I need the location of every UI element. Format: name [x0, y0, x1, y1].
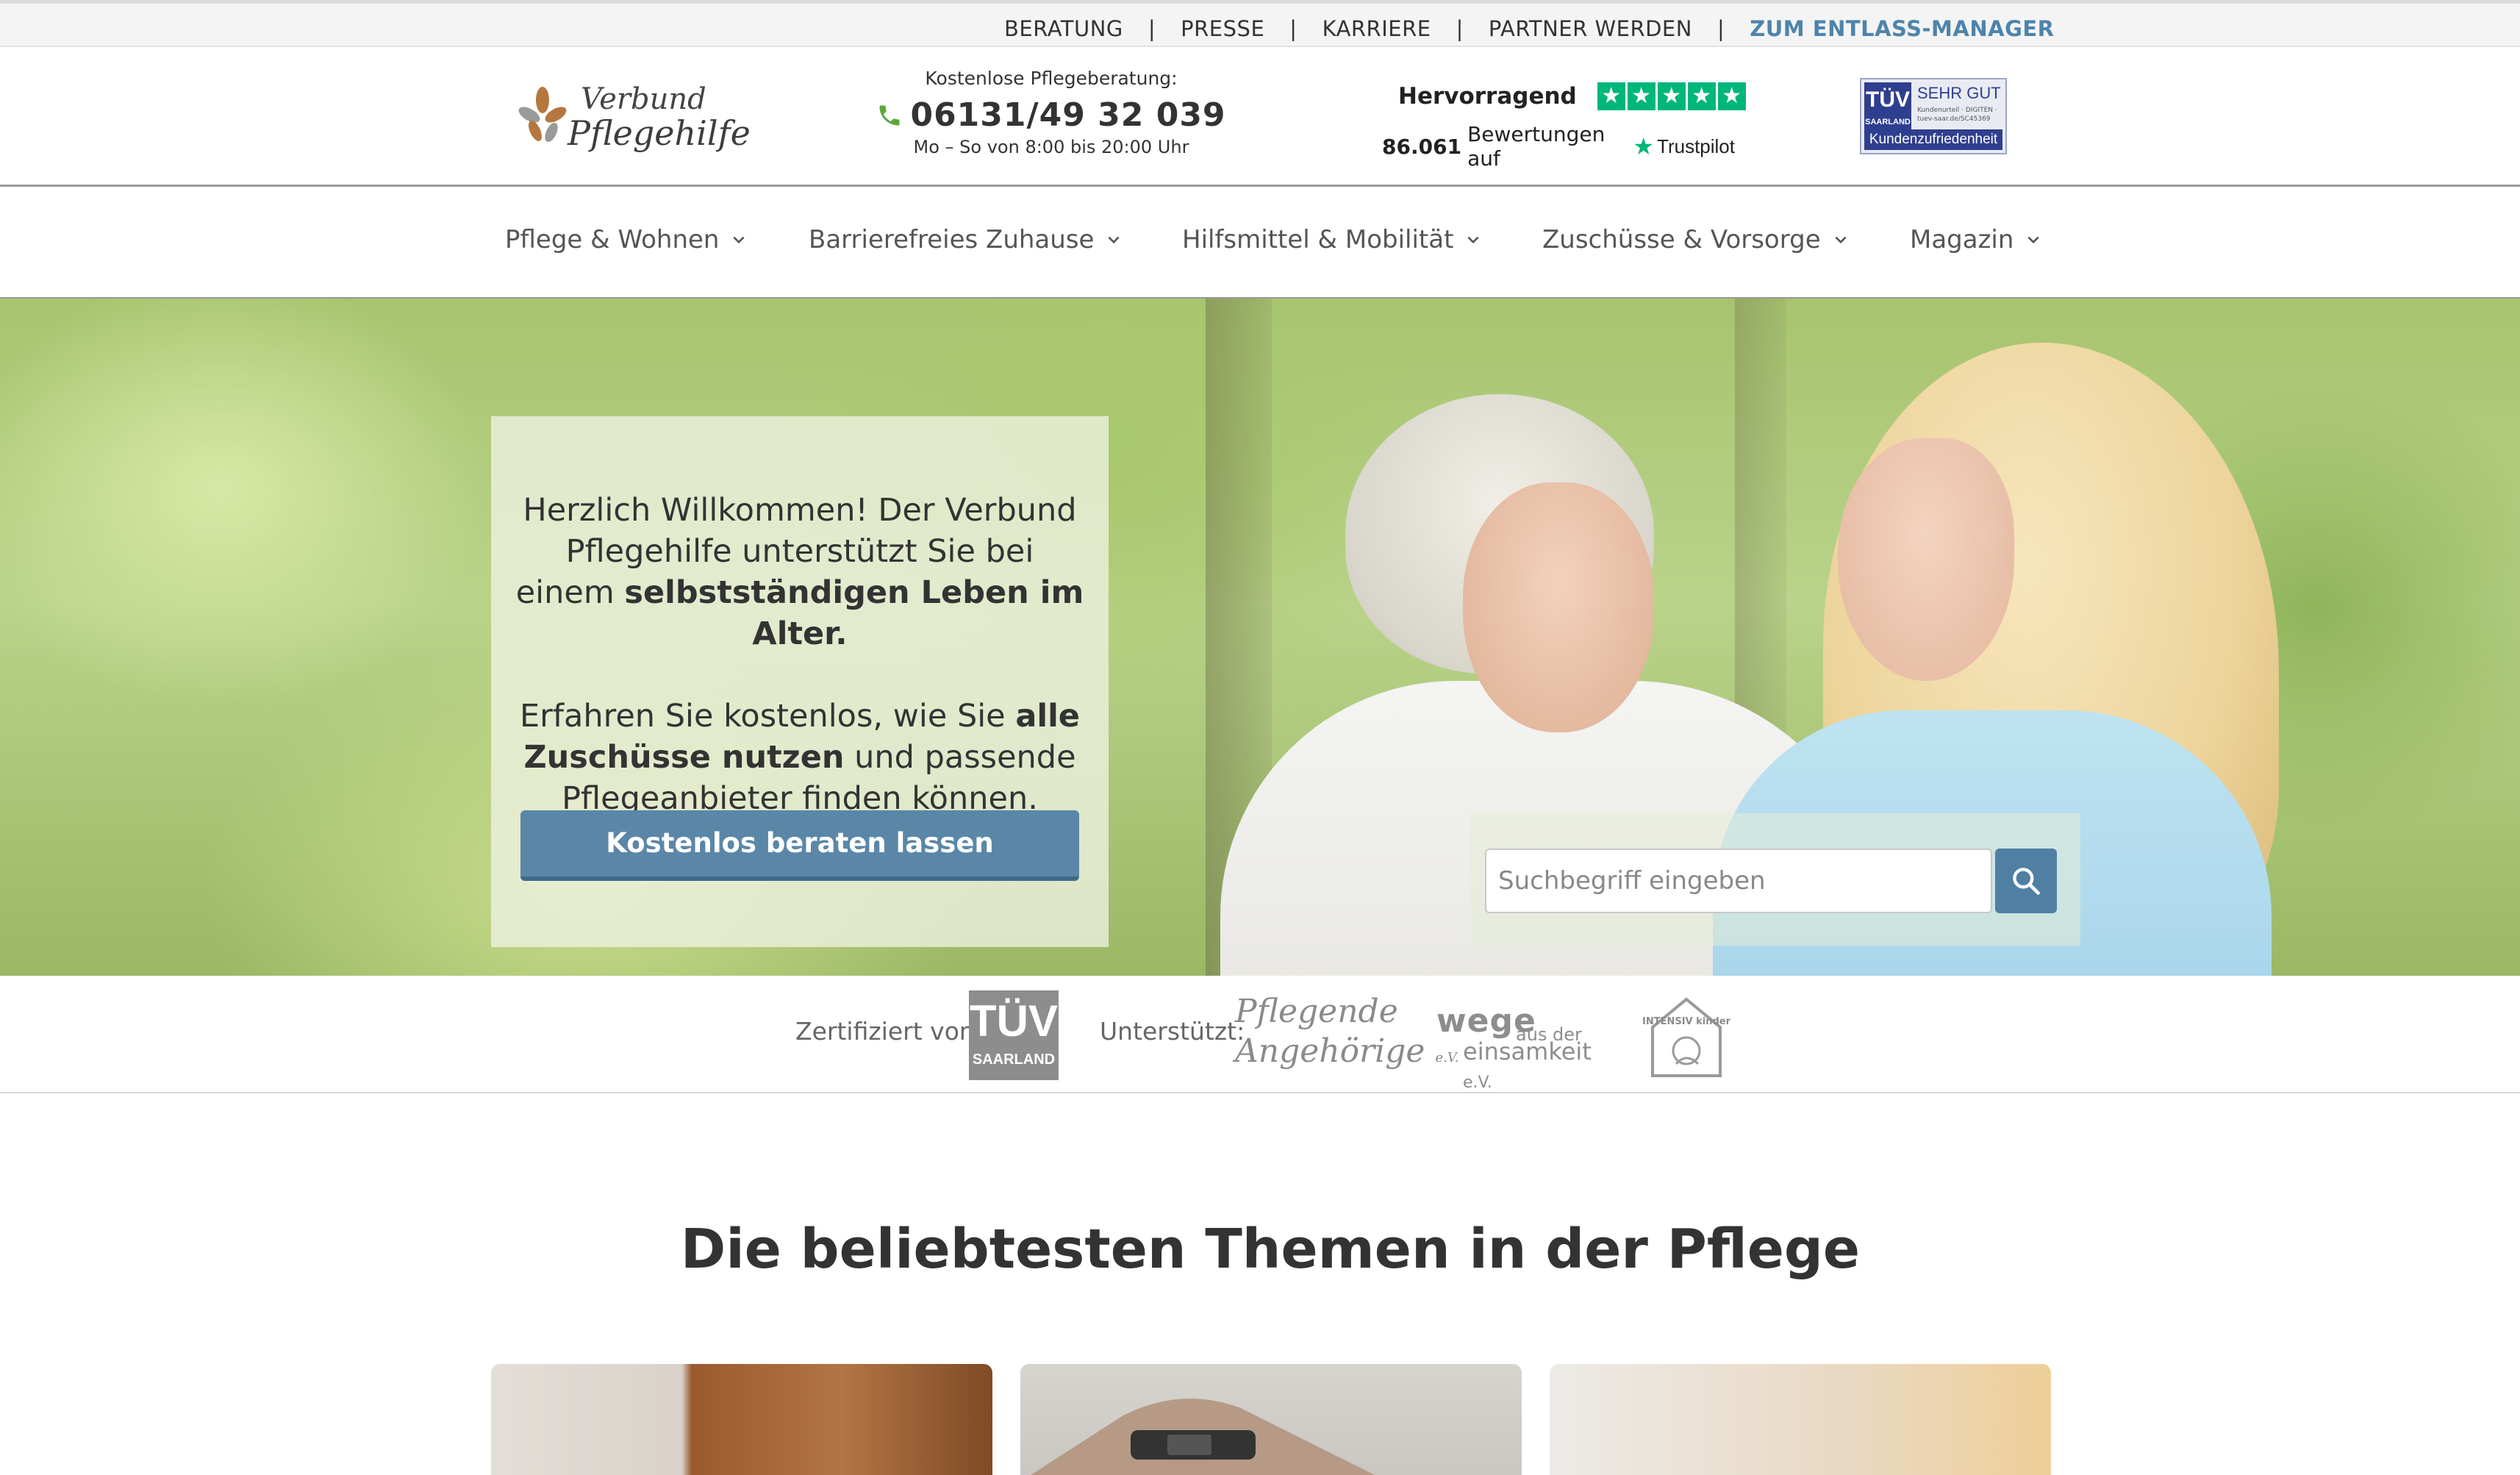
- tuv-grade: SEHR GUT: [1917, 84, 2001, 102]
- nav-item-pflege-wohnen[interactable]: Pflege & Wohnen: [505, 225, 747, 254]
- tuv-logo-icon: TÜV SAARLAND: [1864, 82, 1911, 131]
- phone-contact: Kostenlose Pflegeberatung: 06131/49 32 0…: [867, 68, 1235, 157]
- chevron-down-icon: [733, 236, 745, 244]
- nav-item-magazin[interactable]: Magazin: [1910, 225, 2041, 254]
- logo-text-pflegehilfe: Pflegehilfe: [568, 113, 751, 153]
- tuv-saarland-logo: TÜV SAARLAND: [969, 990, 1059, 1080]
- trustpilot-star-icon: ★: [1633, 132, 1655, 160]
- top-link-karriere[interactable]: KARRIERE: [1322, 16, 1431, 41]
- site-header: Verbund Pflegehilfe Kostenlose Pflegeber…: [0, 47, 2520, 187]
- wege-line2: einsamkeit: [1463, 1038, 1592, 1065]
- nav-item-label: Magazin: [1910, 225, 2014, 254]
- free-consultation-button[interactable]: Kostenlos beraten lassen: [520, 810, 1079, 881]
- top-link-separator: |: [1456, 16, 1464, 41]
- search-area: [1470, 813, 2080, 946]
- trustpilot-brand: Trustpilot: [1657, 135, 1735, 157]
- welcome-text: Herzlich Willkommen! Der Verbund Pflegeh…: [513, 490, 1087, 819]
- trust-strip: Zertifiziert von: TÜV SAARLAND Unterstüt…: [0, 976, 2520, 1093]
- nav-item-label: Zuschüsse & Vorsorge: [1542, 225, 1821, 254]
- search-button[interactable]: [1995, 849, 2057, 913]
- flower-logo-icon: [518, 87, 567, 143]
- top-links: BERATUNG | PRESSE | KARRIERE | PARTNER W…: [1004, 11, 2055, 46]
- nav-item-barrierefreies-zuhause[interactable]: Barrierefreies Zuhause: [809, 225, 1122, 254]
- chevron-down-icon: [2027, 236, 2039, 244]
- tuv-saarland-subtext: SAARLAND: [972, 1051, 1056, 1068]
- welcome-box: Herzlich Willkommen! Der Verbund Pflegeh…: [491, 416, 1109, 947]
- welcome-p1-bold: selbstständigen Leben im Alter.: [624, 574, 1084, 652]
- section-title-themes: Die beliebtesten Themen in der Pflege: [680, 1218, 1861, 1281]
- hero-banner: Herzlich Willkommen! Der Verbund Pflegeh…: [0, 299, 2520, 976]
- chevron-down-icon: [1835, 236, 1847, 244]
- trustpilot-review-text: Bewertungen auf: [1467, 122, 1606, 171]
- nav-item-label: Barrierefreies Zuhause: [809, 225, 1095, 254]
- theme-card[interactable]: [1020, 1364, 1522, 1475]
- senior-woman-face: [1463, 482, 1654, 732]
- top-link-beratung[interactable]: BERATUNG: [1004, 16, 1123, 41]
- theme-card[interactable]: [1550, 1364, 2051, 1475]
- search-icon: [2013, 868, 2040, 895]
- nav-item-label: Pflege & Wohnen: [505, 225, 720, 254]
- tuv-saarland-text: TÜV: [970, 996, 1058, 1046]
- welcome-p2-text: Erfahren Sie kostenlos, wie Sie: [520, 698, 1016, 735]
- tuv-logo-text: TÜV: [1866, 88, 1910, 112]
- nav-item-label: Hilfsmittel & Mobilität: [1182, 225, 1454, 254]
- logo-text-verbund: Verbund: [581, 82, 706, 116]
- phone-icon: [879, 105, 900, 125]
- wege-suffix: e.V.: [1463, 1074, 1492, 1092]
- star-icon: ★: [1657, 82, 1686, 110]
- welcome-paragraph-2: Erfahren Sie kostenlos, wie Sie alle Zus…: [513, 696, 1087, 819]
- top-link-separator: |: [1148, 16, 1156, 41]
- site-logo[interactable]: Verbund Pflegehilfe: [515, 76, 751, 157]
- tuv-fine-print: Kundenurteil · DIGITEN · tuev-saar.de/SC…: [1917, 107, 1997, 123]
- trustpilot-widget[interactable]: Hervorragend ★ ★ ★ ★ ★ 86.061 Bewertunge…: [1382, 82, 1746, 171]
- top-link-partner-werden[interactable]: PARTNER WERDEN: [1489, 16, 1692, 41]
- trustpilot-review-count: 86.061: [1382, 134, 1462, 159]
- pflegende-angehoerige-line1: Pflegende: [1235, 993, 1398, 1030]
- chevron-down-icon: [1467, 236, 1479, 244]
- intensivkinder-logo: INTENSIV kinder: [1642, 997, 1730, 1077]
- phone-row[interactable]: 06131/49 32 039: [867, 96, 1235, 134]
- intensivkinder-text: INTENSIV kinder: [1642, 1016, 1730, 1027]
- pflegende-angehoerige-logo: Pflegende Angehörige e.V.: [1235, 992, 1458, 1078]
- top-link-entlass-manager[interactable]: ZUM ENTLASS-MANAGER: [1750, 16, 2054, 41]
- star-icon: ★: [1597, 82, 1625, 110]
- star-icon: ★: [1717, 82, 1746, 110]
- phone-number[interactable]: 06131/49 32 039: [910, 96, 1225, 134]
- nav-item-zuschuesse-vorsorge[interactable]: Zuschüsse & Vorsorge: [1542, 225, 1849, 254]
- chevron-down-icon: [1108, 236, 1120, 244]
- tuv-satisfaction-badge[interactable]: TÜV SAARLAND SEHR GUT Kundenurteil · DIG…: [1860, 78, 2007, 154]
- search-input[interactable]: [1485, 849, 1992, 913]
- trustpilot-rating-label: Hervorragend: [1398, 83, 1577, 110]
- tuv-badge-label: Kundenzufriedenheit: [1864, 129, 2002, 150]
- main-nav: Pflege & Wohnen Barrierefreies Zuhause H…: [0, 187, 2520, 299]
- card-image-smartwatch: [1031, 1399, 1373, 1475]
- supported-label: Unterstützt:: [1100, 1017, 1245, 1046]
- top-link-separator: |: [1717, 16, 1725, 41]
- phone-hours: Mo – So von 8:00 bis 20:00 Uhr: [913, 137, 1189, 157]
- phone-caption: Kostenlose Pflegeberatung:: [925, 68, 1178, 89]
- top-link-presse[interactable]: PRESSE: [1181, 16, 1264, 41]
- nav-item-hilfsmittel-mobilitaet[interactable]: Hilfsmittel & Mobilität: [1182, 225, 1481, 254]
- certified-label: Zertifiziert von:: [795, 1017, 983, 1046]
- trustpilot-stars: ★ ★ ★ ★ ★: [1597, 82, 1748, 110]
- wege-aus-der-einsamkeit-logo: wege aus der einsamkeit e.V.: [1436, 1002, 1620, 1092]
- star-icon: ★: [1627, 82, 1655, 110]
- theme-card[interactable]: [491, 1364, 992, 1475]
- top-bar: BERATUNG | PRESSE | KARRIERE | PARTNER W…: [0, 0, 2520, 47]
- tuv-logo-subtext: SAARLAND: [1865, 118, 1911, 126]
- welcome-paragraph-1: Herzlich Willkommen! Der Verbund Pflegeh…: [513, 490, 1087, 654]
- star-icon: ★: [1687, 82, 1716, 110]
- top-link-separator: |: [1289, 16, 1297, 41]
- young-woman-face: [1838, 438, 2014, 681]
- pflegende-angehoerige-line2: Angehörige: [1235, 1032, 1425, 1070]
